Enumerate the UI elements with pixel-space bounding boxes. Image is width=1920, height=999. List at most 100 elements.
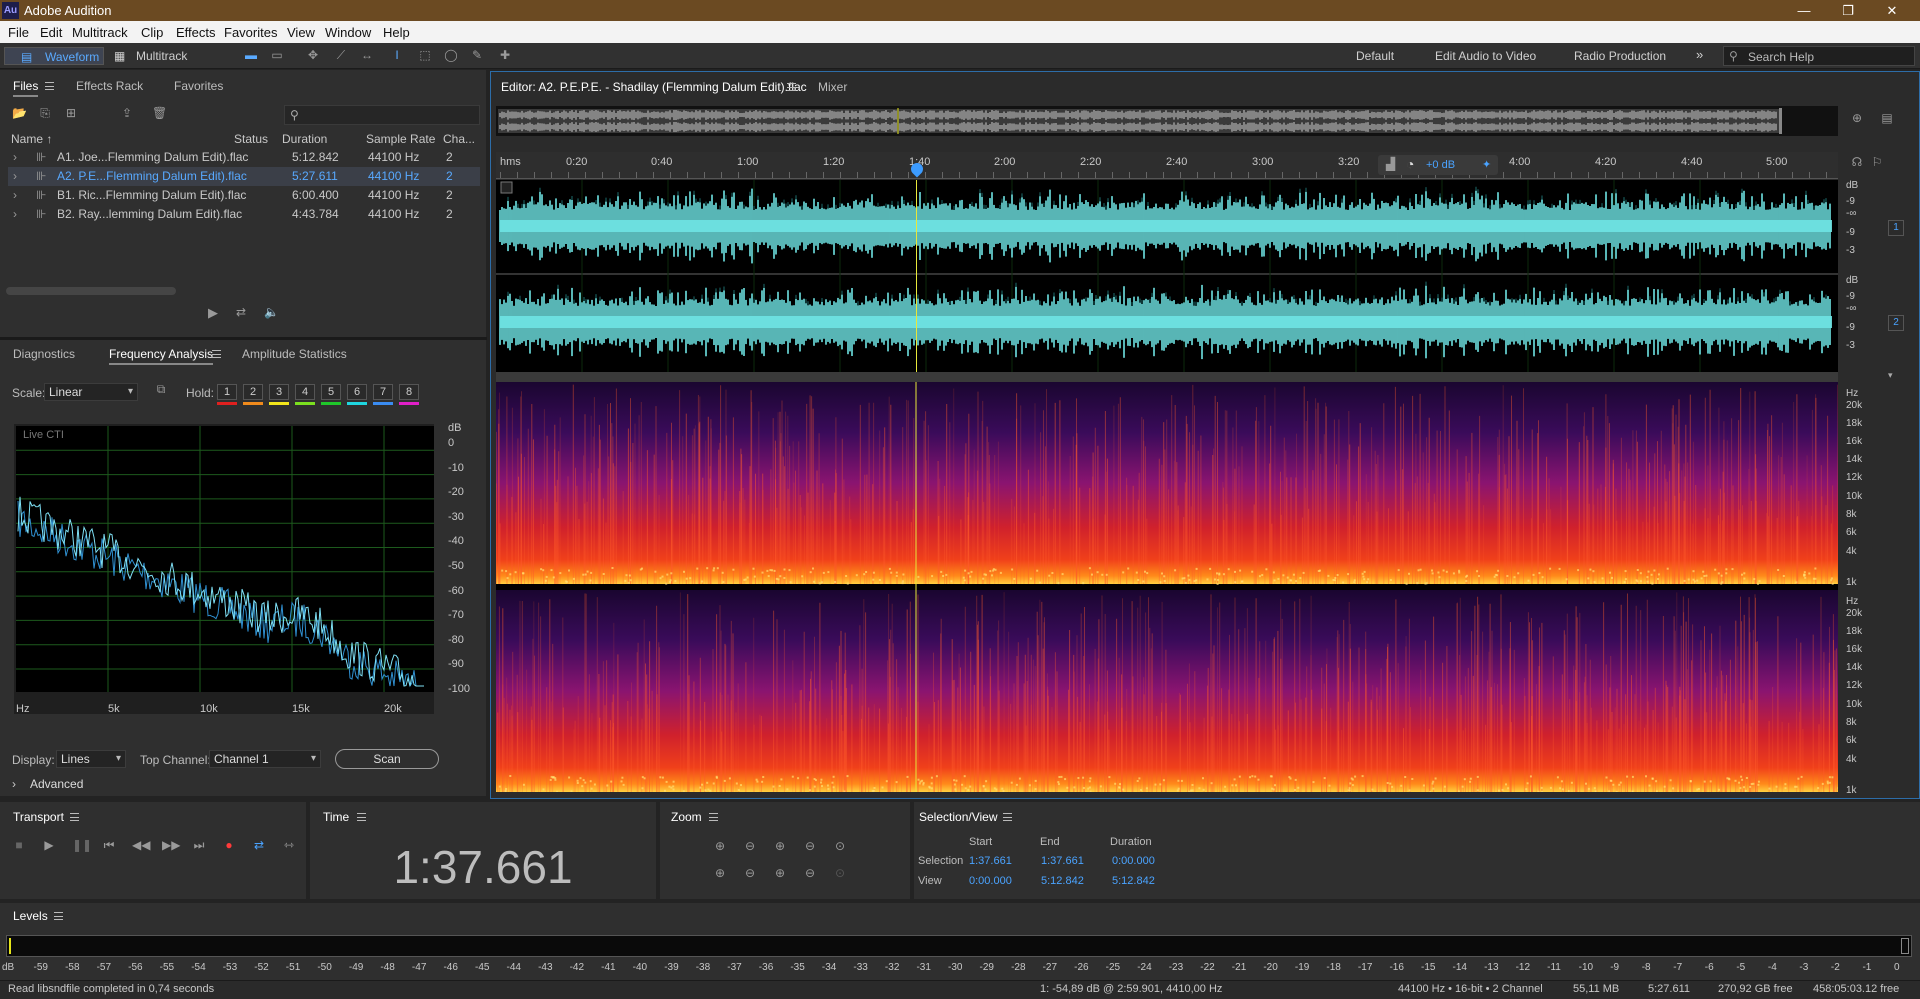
hold-button-3[interactable]: 3 (269, 384, 289, 400)
spectral-divider-handle[interactable] (496, 372, 1838, 382)
divider-collapse-icon[interactable]: ▾ (1888, 370, 1893, 381)
hold-button-4[interactable]: 4 (295, 384, 315, 400)
menu-edit[interactable]: Edit (40, 25, 62, 40)
headphones-icon[interactable]: ☊ (1850, 156, 1864, 169)
advanced-chevron-icon[interactable]: › (12, 777, 16, 791)
zoom-in-selection-icon[interactable]: ⊕ (713, 867, 727, 880)
restore-button[interactable]: ❐ (1826, 0, 1870, 21)
zoom-out-amplitude-icon[interactable]: ⊖ (743, 840, 757, 853)
insert-into-multitrack-icon[interactable]: ⇪ (120, 107, 134, 120)
tab-effects-rack[interactable]: Effects Rack (76, 79, 143, 93)
hold-button-6[interactable]: 6 (347, 384, 367, 400)
search-help-field[interactable]: ⚲ Search Help (1723, 46, 1915, 66)
more-workspaces-button[interactable]: » (1696, 47, 1703, 62)
menu-help[interactable]: Help (383, 25, 410, 40)
razor-tool-icon[interactable]: ⟋ (334, 49, 348, 62)
overview-navigator[interactable] (496, 106, 1838, 136)
files-horizontal-scrollbar[interactable] (6, 287, 176, 295)
marquee-tool-icon[interactable]: ⬚ (418, 49, 432, 62)
zoom-to-out-point-icon[interactable]: ⊖ (803, 867, 817, 880)
open-file-icon[interactable]: 📂 (12, 107, 27, 120)
expand-chevron-icon[interactable]: › (13, 167, 17, 186)
menu-view[interactable]: View (287, 25, 315, 40)
spot-healing-tool-icon[interactable]: ✚ (498, 49, 512, 62)
lasso-tool-icon[interactable]: ◯ (444, 49, 458, 62)
move-tool-icon[interactable]: ✥ (306, 49, 320, 62)
pause-icon[interactable]: ❚❚ (72, 839, 92, 852)
file-row[interactable]: › ⊪ B1. Ric...Flemming Dalum Edit).flac … (8, 186, 480, 205)
menu-favorites[interactable]: Favorites (224, 25, 277, 40)
workspace-edit-audio-to-video[interactable]: Edit Audio to Video (1435, 49, 1536, 63)
waveform-display[interactable] (496, 180, 1838, 372)
tab-favorites[interactable]: Favorites (174, 79, 223, 93)
play-icon[interactable]: ▶ (42, 839, 56, 852)
import-file-icon[interactable]: ⎘ (38, 107, 52, 120)
pin-hud-icon[interactable]: ✦ (1482, 158, 1491, 171)
selection-duration-field[interactable]: 0:00.000 (1112, 855, 1155, 867)
scale-dropdown[interactable]: Linear (44, 383, 138, 401)
hold-button-7[interactable]: 7 (373, 384, 393, 400)
frequency-panel-menu-icon[interactable] (212, 350, 221, 358)
menu-window[interactable]: Window (325, 25, 371, 40)
close-button[interactable]: ✕ (1870, 0, 1914, 21)
play-preview-icon[interactable]: ▶ (206, 306, 220, 319)
gain-knob-icon[interactable]: ◔ (1406, 156, 1414, 172)
stop-icon[interactable]: ■ (12, 839, 26, 852)
files-search-input[interactable]: ⚲ (284, 105, 480, 125)
zoom-in-time-icon[interactable]: ⊕ (773, 840, 787, 853)
selection-end-field[interactable]: 1:37.661 (1041, 855, 1084, 867)
waveform-corner-icon[interactable] (500, 181, 513, 194)
fast-forward-icon[interactable]: ▶▶ (162, 839, 180, 852)
skip-selection-icon[interactable]: ⇿ (282, 839, 296, 852)
move-to-next-icon[interactable]: ⏭ (192, 839, 206, 852)
marker-pin-icon[interactable]: ⚐ (1870, 156, 1884, 169)
tab-amplitude-statistics[interactable]: Amplitude Statistics (242, 347, 347, 361)
editor-tab[interactable]: Editor: A2. P.E.P.E. - Shadilay (Flemmin… (501, 80, 807, 94)
move-to-previous-icon[interactable]: ⏮ (102, 839, 116, 852)
column-status[interactable]: Status (234, 132, 268, 146)
expand-chevron-icon[interactable]: › (13, 205, 17, 224)
tab-files[interactable]: Files (13, 79, 39, 97)
editor-panel-menu-icon[interactable] (787, 83, 796, 91)
scan-button[interactable]: Scan (335, 749, 439, 769)
time-menu-icon[interactable] (357, 813, 366, 821)
current-time-display[interactable]: 1:37.661 (310, 840, 656, 894)
channel-2-badge[interactable]: 2 (1888, 315, 1904, 331)
new-file-icon[interactable]: ⊞ (64, 107, 78, 120)
workspace-radio-production[interactable]: Radio Production (1574, 49, 1666, 63)
zoom-out-time-icon[interactable]: ⊖ (803, 840, 817, 853)
hud-gain-control[interactable]: ▟ ◔ +0 dB ✦ (1378, 155, 1498, 175)
selection-start-field[interactable]: 1:37.661 (969, 855, 1012, 867)
snapshot-icon[interactable]: ⧉ (154, 383, 168, 396)
loop-preview-icon[interactable]: ⇄ (234, 306, 248, 319)
channel-1-badge[interactable]: 1 (1888, 220, 1904, 236)
selection-view-menu-icon[interactable] (1003, 813, 1012, 821)
menu-clip[interactable]: Clip (141, 25, 163, 40)
files-panel-menu-icon[interactable] (45, 82, 54, 90)
view-start-field[interactable]: 0:00.000 (969, 875, 1012, 887)
zoom-to-in-point-icon[interactable]: ⊕ (773, 867, 787, 880)
time-selection-tool-icon[interactable]: I (390, 49, 404, 62)
spectral-display-icon[interactable]: ▬ (244, 49, 258, 62)
advanced-toggle[interactable]: Advanced (30, 777, 83, 791)
file-row[interactable]: › ⊪ B2. Ray...lemming Dalum Edit).flac 4… (8, 205, 480, 224)
tab-mixer[interactable]: Mixer (818, 80, 847, 94)
hold-button-2[interactable]: 2 (243, 384, 263, 400)
auto-play-speaker-icon[interactable]: 🔈 (264, 306, 279, 319)
display-dropdown[interactable]: Lines (56, 750, 126, 768)
clip-indicator[interactable] (1901, 938, 1909, 954)
file-row-selected[interactable]: › ⊪ A2. P.E...Flemming Dalum Edit).flac … (8, 167, 480, 186)
menu-file[interactable]: File (8, 25, 29, 40)
zoom-navigator-icon[interactable]: ⊕ (1850, 112, 1864, 125)
hold-button-1[interactable]: 1 (217, 384, 237, 400)
transport-menu-icon[interactable] (70, 813, 79, 821)
navigator-options-icon[interactable]: ▤ (1880, 112, 1894, 125)
workspace-default[interactable]: Default (1356, 49, 1394, 63)
expand-chevron-icon[interactable]: › (13, 148, 17, 167)
top-channel-dropdown[interactable]: Channel 1 (209, 750, 321, 768)
level-meter[interactable] (6, 935, 1912, 957)
slip-tool-icon[interactable]: ↔ (360, 49, 374, 62)
hold-button-8[interactable]: 8 (399, 384, 419, 400)
hold-button-5[interactable]: 5 (321, 384, 341, 400)
zoom-to-selected-track-icon[interactable]: ⊙ (833, 867, 847, 880)
